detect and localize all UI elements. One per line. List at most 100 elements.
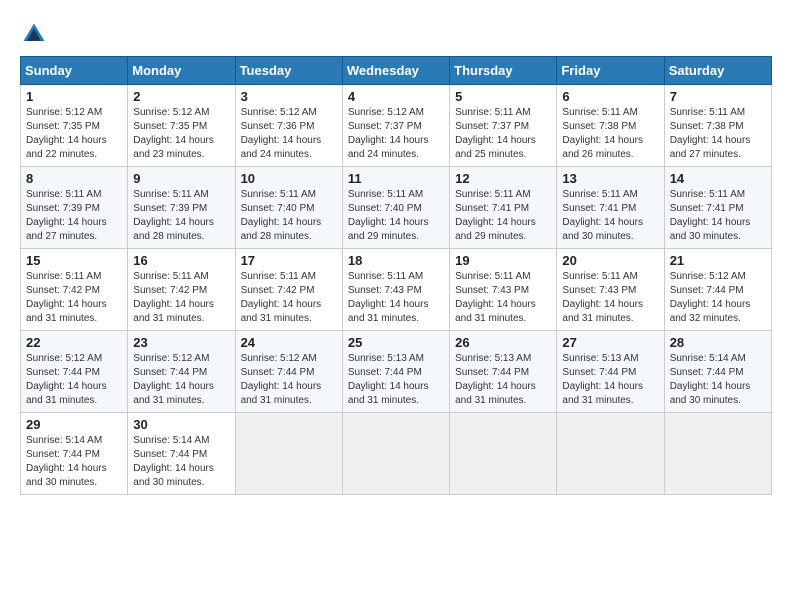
day-number: 22: [26, 335, 122, 350]
day-info: Sunrise: 5:13 AM Sunset: 7:44 PM Dayligh…: [348, 352, 444, 408]
calendar-header-friday: Friday: [557, 57, 664, 85]
calendar-cell: 15 Sunrise: 5:11 AM Sunset: 7:42 PM Dayli…: [21, 249, 128, 331]
day-info: Sunrise: 5:11 AM Sunset: 7:41 PM Dayligh…: [562, 188, 658, 244]
day-number: 4: [348, 89, 444, 104]
calendar-header-tuesday: Tuesday: [235, 57, 342, 85]
calendar-header-monday: Monday: [128, 57, 235, 85]
calendar-cell: 25 Sunrise: 5:13 AM Sunset: 7:44 PM Dayli…: [342, 331, 449, 413]
day-info: Sunrise: 5:11 AM Sunset: 7:39 PM Dayligh…: [26, 188, 122, 244]
day-number: 5: [455, 89, 551, 104]
day-number: 21: [670, 253, 766, 268]
day-number: 17: [241, 253, 337, 268]
calendar-week-row: 1 Sunrise: 5:12 AM Sunset: 7:35 PM Daylig…: [21, 85, 772, 167]
calendar-week-row: 22 Sunrise: 5:12 AM Sunset: 7:44 PM Dayli…: [21, 331, 772, 413]
day-number: 28: [670, 335, 766, 350]
day-number: 13: [562, 171, 658, 186]
calendar-week-row: 8 Sunrise: 5:11 AM Sunset: 7:39 PM Daylig…: [21, 167, 772, 249]
day-number: 6: [562, 89, 658, 104]
calendar-cell: 24 Sunrise: 5:12 AM Sunset: 7:44 PM Dayli…: [235, 331, 342, 413]
day-number: 19: [455, 253, 551, 268]
calendar-cell: [664, 413, 771, 495]
calendar-cell: 26 Sunrise: 5:13 AM Sunset: 7:44 PM Dayli…: [450, 331, 557, 413]
page-header: [20, 20, 772, 48]
logo-icon: [20, 20, 48, 48]
calendar-cell: [235, 413, 342, 495]
calendar-cell: 21 Sunrise: 5:12 AM Sunset: 7:44 PM Dayli…: [664, 249, 771, 331]
calendar-cell: 4 Sunrise: 5:12 AM Sunset: 7:37 PM Daylig…: [342, 85, 449, 167]
calendar-cell: 6 Sunrise: 5:11 AM Sunset: 7:38 PM Daylig…: [557, 85, 664, 167]
day-info: Sunrise: 5:12 AM Sunset: 7:44 PM Dayligh…: [241, 352, 337, 408]
calendar-cell: 22 Sunrise: 5:12 AM Sunset: 7:44 PM Dayli…: [21, 331, 128, 413]
day-info: Sunrise: 5:12 AM Sunset: 7:37 PM Dayligh…: [348, 106, 444, 162]
day-info: Sunrise: 5:12 AM Sunset: 7:35 PM Dayligh…: [133, 106, 229, 162]
calendar-cell: [450, 413, 557, 495]
calendar-cell: 18 Sunrise: 5:11 AM Sunset: 7:43 PM Dayli…: [342, 249, 449, 331]
calendar-cell: 12Sunrise: 5:11 AM Sunset: 7:41 PM Dayli…: [450, 167, 557, 249]
day-info: Sunrise: 5:14 AM Sunset: 7:44 PM Dayligh…: [26, 434, 122, 490]
calendar-cell: 5 Sunrise: 5:11 AM Sunset: 7:37 PM Daylig…: [450, 85, 557, 167]
day-number: 2: [133, 89, 229, 104]
calendar-cell: 28 Sunrise: 5:14 AM Sunset: 7:44 PM Dayli…: [664, 331, 771, 413]
calendar-week-row: 29 Sunrise: 5:14 AM Sunset: 7:44 PM Dayli…: [21, 413, 772, 495]
calendar-cell: 10 Sunrise: 5:11 AM Sunset: 7:40 PM Dayli…: [235, 167, 342, 249]
day-info: Sunrise: 5:12 AM Sunset: 7:36 PM Dayligh…: [241, 106, 337, 162]
day-number: 30: [133, 417, 229, 432]
day-number: 11: [348, 171, 444, 186]
day-info: Sunrise: 5:13 AM Sunset: 7:44 PM Dayligh…: [562, 352, 658, 408]
calendar-cell: 17 Sunrise: 5:11 AM Sunset: 7:42 PM Dayli…: [235, 249, 342, 331]
day-number: 18: [348, 253, 444, 268]
day-info: Sunrise: 5:11 AM Sunset: 7:43 PM Dayligh…: [562, 270, 658, 326]
calendar-header-saturday: Saturday: [664, 57, 771, 85]
calendar-cell: 2 Sunrise: 5:12 AM Sunset: 7:35 PM Daylig…: [128, 85, 235, 167]
day-number: 25: [348, 335, 444, 350]
calendar-cell: 14 Sunrise: 5:11 AM Sunset: 7:41 PM Dayli…: [664, 167, 771, 249]
calendar-header-sunday: Sunday: [21, 57, 128, 85]
calendar-cell: 3Sunrise: 5:12 AM Sunset: 7:36 PM Daylig…: [235, 85, 342, 167]
day-info: Sunrise: 5:13 AM Sunset: 7:44 PM Dayligh…: [455, 352, 551, 408]
day-info: Sunrise: 5:11 AM Sunset: 7:43 PM Dayligh…: [348, 270, 444, 326]
calendar-table: SundayMondayTuesdayWednesdayThursdayFrid…: [20, 56, 772, 495]
calendar-body: 1 Sunrise: 5:12 AM Sunset: 7:35 PM Daylig…: [21, 85, 772, 495]
calendar-header-row: SundayMondayTuesdayWednesdayThursdayFrid…: [21, 57, 772, 85]
calendar-cell: 7 Sunrise: 5:11 AM Sunset: 7:38 PM Daylig…: [664, 85, 771, 167]
logo: [20, 20, 50, 48]
day-info: Sunrise: 5:11 AM Sunset: 7:43 PM Dayligh…: [455, 270, 551, 326]
day-number: 14: [670, 171, 766, 186]
calendar-cell: [342, 413, 449, 495]
day-number: 1: [26, 89, 122, 104]
calendar-cell: 29 Sunrise: 5:14 AM Sunset: 7:44 PM Dayli…: [21, 413, 128, 495]
day-info: Sunrise: 5:11 AM Sunset: 7:39 PM Dayligh…: [133, 188, 229, 244]
day-info: Sunrise: 5:11 AM Sunset: 7:40 PM Dayligh…: [348, 188, 444, 244]
calendar-cell: 11 Sunrise: 5:11 AM Sunset: 7:40 PM Dayli…: [342, 167, 449, 249]
day-info: Sunrise: 5:14 AM Sunset: 7:44 PM Dayligh…: [133, 434, 229, 490]
day-info: Sunrise: 5:12 AM Sunset: 7:44 PM Dayligh…: [26, 352, 122, 408]
day-info: Sunrise: 5:11 AM Sunset: 7:38 PM Dayligh…: [562, 106, 658, 162]
day-number: 7: [670, 89, 766, 104]
calendar-cell: 16Sunrise: 5:11 AM Sunset: 7:42 PM Dayli…: [128, 249, 235, 331]
day-number: 26: [455, 335, 551, 350]
day-number: 24: [241, 335, 337, 350]
day-info: Sunrise: 5:12 AM Sunset: 7:44 PM Dayligh…: [133, 352, 229, 408]
day-number: 16: [133, 253, 229, 268]
calendar-header-thursday: Thursday: [450, 57, 557, 85]
day-info: Sunrise: 5:11 AM Sunset: 7:40 PM Dayligh…: [241, 188, 337, 244]
calendar-cell: 19 Sunrise: 5:11 AM Sunset: 7:43 PM Dayli…: [450, 249, 557, 331]
day-number: 10: [241, 171, 337, 186]
calendar-cell: 8 Sunrise: 5:11 AM Sunset: 7:39 PM Daylig…: [21, 167, 128, 249]
day-info: Sunrise: 5:11 AM Sunset: 7:42 PM Dayligh…: [26, 270, 122, 326]
day-info: Sunrise: 5:14 AM Sunset: 7:44 PM Dayligh…: [670, 352, 766, 408]
day-info: Sunrise: 5:11 AM Sunset: 7:38 PM Dayligh…: [670, 106, 766, 162]
day-number: 15: [26, 253, 122, 268]
day-number: 8: [26, 171, 122, 186]
calendar-week-row: 15 Sunrise: 5:11 AM Sunset: 7:42 PM Dayli…: [21, 249, 772, 331]
calendar-cell: 30 Sunrise: 5:14 AM Sunset: 7:44 PM Dayli…: [128, 413, 235, 495]
calendar-cell: 20Sunrise: 5:11 AM Sunset: 7:43 PM Dayli…: [557, 249, 664, 331]
calendar-header-wednesday: Wednesday: [342, 57, 449, 85]
day-number: 12: [455, 171, 551, 186]
calendar-cell: 1Sunrise: 5:12 AM Sunset: 7:35 PM Daylig…: [21, 85, 128, 167]
day-info: Sunrise: 5:12 AM Sunset: 7:44 PM Dayligh…: [670, 270, 766, 326]
day-info: Sunrise: 5:11 AM Sunset: 7:41 PM Dayligh…: [670, 188, 766, 244]
day-info: Sunrise: 5:11 AM Sunset: 7:37 PM Dayligh…: [455, 106, 551, 162]
day-info: Sunrise: 5:11 AM Sunset: 7:42 PM Dayligh…: [241, 270, 337, 326]
day-number: 29: [26, 417, 122, 432]
